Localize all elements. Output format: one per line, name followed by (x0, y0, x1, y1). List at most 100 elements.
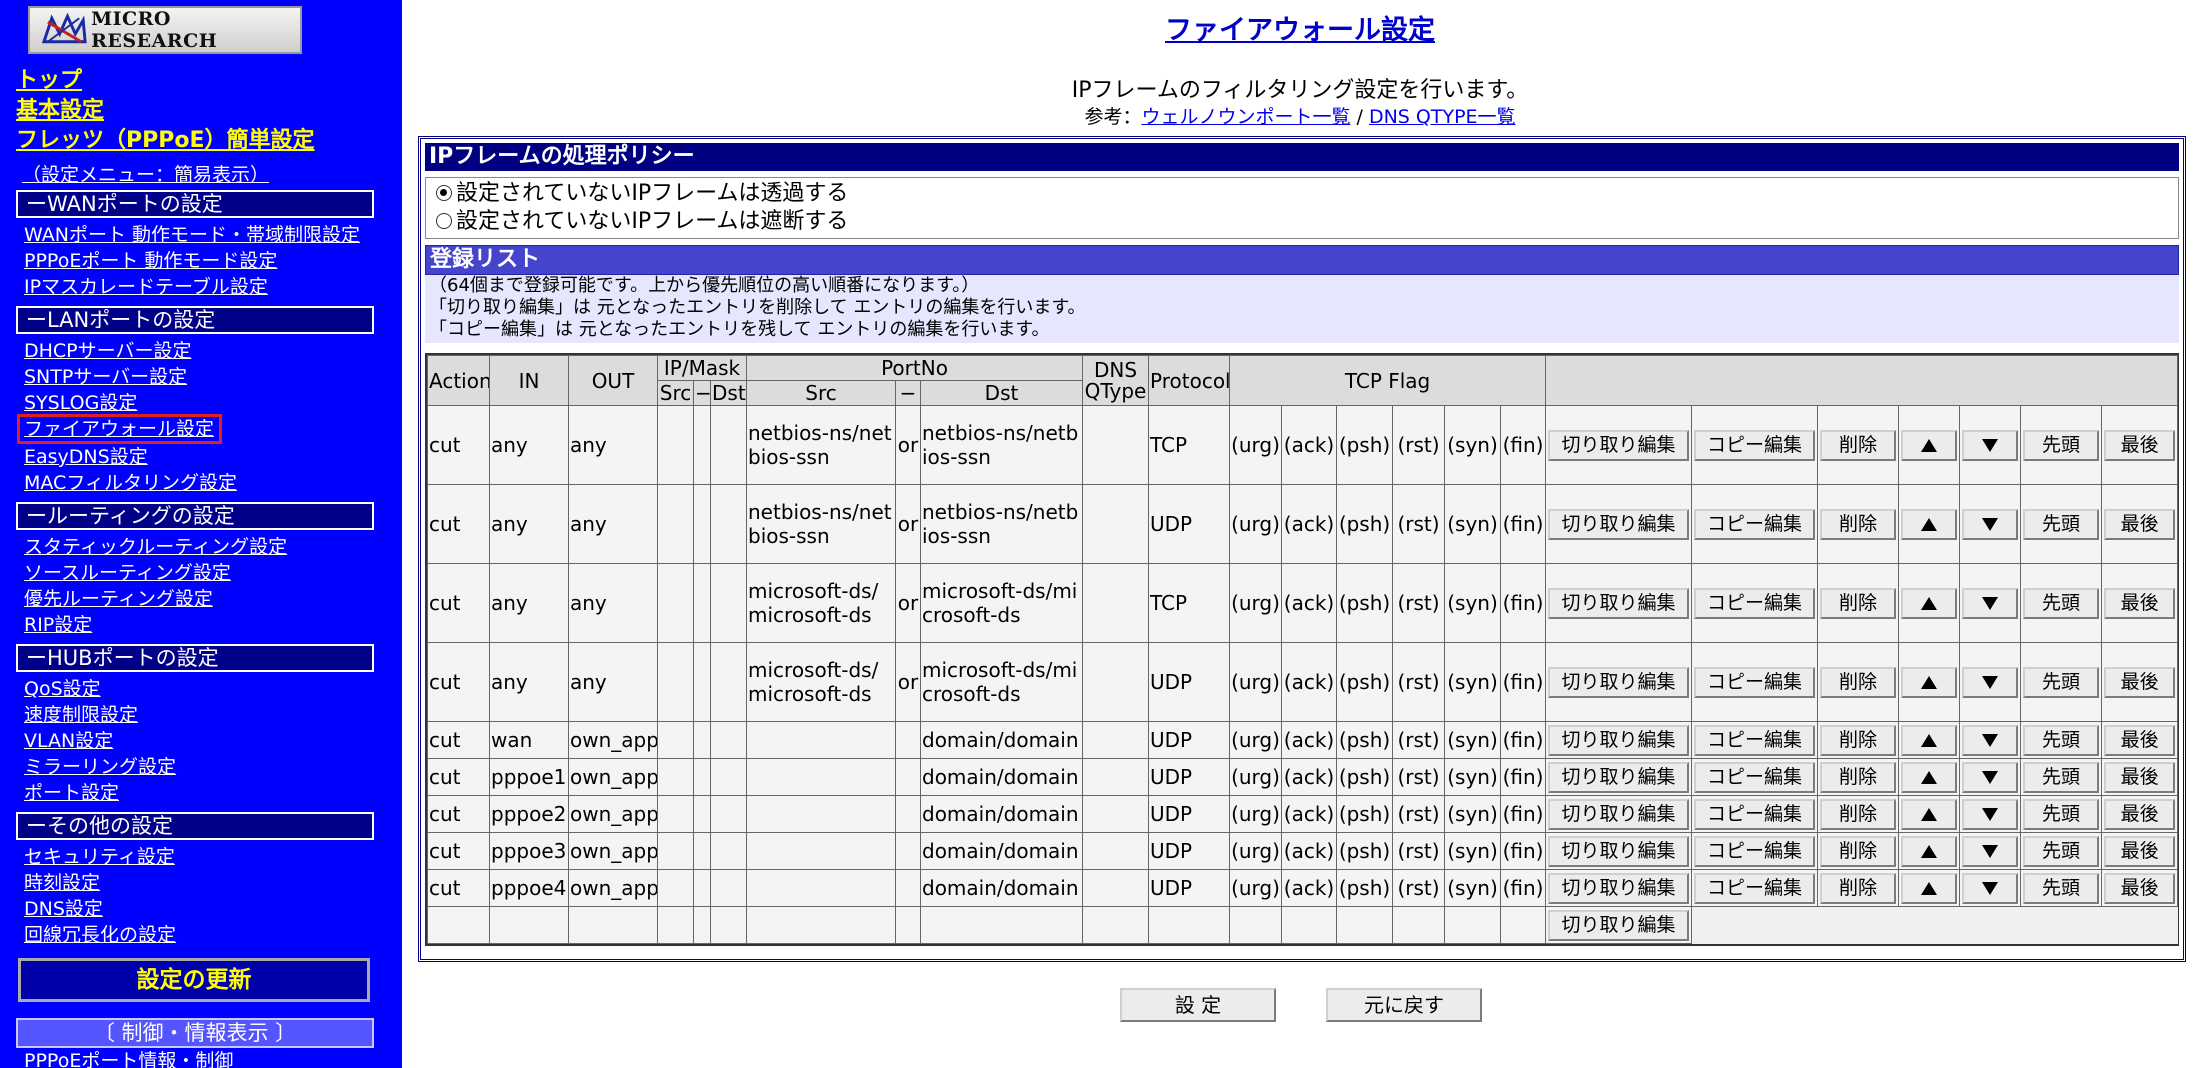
nav-port[interactable]: ポート設定 (24, 782, 119, 804)
move-last-button[interactable]: 最後 (2104, 872, 2176, 904)
copy-edit-button[interactable]: コピー編集 (1694, 872, 1816, 904)
nav-firewall-active[interactable]: ファイアウォール設定 (17, 414, 223, 444)
nav-pppoe-info[interactable]: PPPoEポート情報・制御 (24, 1050, 233, 1068)
cut-edit-button[interactable]: 切り取り編集 (1548, 429, 1690, 461)
nav-rip[interactable]: RIP設定 (24, 614, 92, 636)
move-down-button[interactable] (1962, 835, 2019, 867)
delete-button[interactable]: 削除 (1820, 724, 1897, 756)
cut-edit-button[interactable]: 切り取り編集 (1548, 761, 1690, 793)
move-first-button[interactable]: 先頭 (2023, 798, 2100, 830)
move-first-button[interactable]: 先頭 (2023, 508, 2100, 540)
move-down-button[interactable] (1962, 587, 2019, 619)
move-first-button[interactable]: 先頭 (2023, 429, 2100, 461)
nav-top-link[interactable]: トップ (16, 62, 82, 94)
cut-edit-button[interactable]: 切り取り編集 (1548, 835, 1690, 867)
move-last-button[interactable]: 最後 (2104, 666, 2176, 698)
delete-button[interactable]: 削除 (1820, 872, 1897, 904)
move-last-button[interactable]: 最後 (2104, 429, 2176, 461)
nav-syslog[interactable]: SYSLOG設定 (24, 392, 137, 414)
nav-qos[interactable]: QoS設定 (24, 678, 101, 700)
nav-pppoe-mode[interactable]: PPPoEポート 動作モード設定 (24, 250, 277, 272)
menu-mode-link[interactable]: （設定メニュー：簡易表示） (22, 160, 269, 187)
move-down-button[interactable] (1962, 724, 2019, 756)
move-first-button[interactable]: 先頭 (2023, 587, 2100, 619)
page-title[interactable]: ファイアウォール設定 (402, 8, 2198, 47)
move-up-button[interactable] (1901, 835, 1958, 867)
copy-edit-button[interactable]: コピー編集 (1694, 761, 1816, 793)
cut-edit-button[interactable]: 切り取り編集 (1548, 587, 1690, 619)
cut-edit-button[interactable]: 切り取り編集 (1548, 798, 1690, 830)
nav-sntp[interactable]: SNTPサーバー設定 (24, 366, 187, 388)
move-up-button[interactable] (1901, 761, 1958, 793)
nav-vlan[interactable]: VLAN設定 (24, 730, 113, 752)
nav-security[interactable]: セキュリティ設定 (24, 846, 175, 868)
move-up-button[interactable] (1901, 508, 1958, 540)
delete-button[interactable]: 削除 (1820, 666, 1897, 698)
move-down-button[interactable] (1962, 429, 2019, 461)
copy-edit-button[interactable]: コピー編集 (1694, 798, 1816, 830)
move-first-button[interactable]: 先頭 (2023, 666, 2100, 698)
radio-pass[interactable] (436, 185, 452, 201)
move-last-button[interactable]: 最後 (2104, 761, 2176, 793)
move-down-button[interactable] (1962, 798, 2019, 830)
nav-redundancy[interactable]: 回線冗長化の設定 (24, 924, 176, 946)
delete-button[interactable]: 削除 (1820, 508, 1897, 540)
policy-option-block[interactable]: 設定されていないIPフレームは遮断する (436, 208, 848, 236)
cut-edit-button[interactable]: 切り取り編集 (1548, 909, 1690, 941)
nav-easydns[interactable]: EasyDNS設定 (24, 446, 148, 468)
nav-basic-settings-link[interactable]: 基本設定 (16, 92, 104, 124)
nav-dhcp[interactable]: DHCPサーバー設定 (24, 340, 191, 362)
policy-option-pass[interactable]: 設定されていないIPフレームは透過する (436, 180, 848, 208)
nav-priority-routing[interactable]: 優先ルーティング設定 (24, 588, 213, 610)
move-up-button[interactable] (1901, 666, 1958, 698)
copy-edit-button[interactable]: コピー編集 (1694, 429, 1816, 461)
nav-dns[interactable]: DNS設定 (24, 898, 103, 920)
submit-button[interactable]: 設 定 (1120, 988, 1276, 1022)
cut-edit-button[interactable]: 切り取り編集 (1548, 872, 1690, 904)
move-last-button[interactable]: 最後 (2104, 587, 2176, 619)
move-up-button[interactable] (1901, 724, 1958, 756)
move-first-button[interactable]: 先頭 (2023, 872, 2100, 904)
move-first-button[interactable]: 先頭 (2023, 724, 2100, 756)
delete-button[interactable]: 削除 (1820, 798, 1897, 830)
move-up-button[interactable] (1901, 587, 1958, 619)
delete-button[interactable]: 削除 (1820, 761, 1897, 793)
reset-button[interactable]: 元に戻す (1326, 988, 1482, 1022)
well-known-ports-link[interactable]: ウェルノウンポート一覧 (1141, 106, 1350, 128)
move-last-button[interactable]: 最後 (2104, 724, 2176, 756)
move-up-button[interactable] (1901, 872, 1958, 904)
copy-edit-button[interactable]: コピー編集 (1694, 666, 1816, 698)
move-first-button[interactable]: 先頭 (2023, 761, 2100, 793)
move-down-button[interactable] (1962, 761, 2019, 793)
move-last-button[interactable]: 最後 (2104, 508, 2176, 540)
cut-edit-button[interactable]: 切り取り編集 (1548, 508, 1690, 540)
copy-edit-button[interactable]: コピー編集 (1694, 724, 1816, 756)
nav-wan-mode[interactable]: WANポート 動作モード・帯域制限設定 (24, 224, 360, 246)
delete-button[interactable]: 削除 (1820, 587, 1897, 619)
delete-button[interactable]: 削除 (1820, 835, 1897, 867)
nav-time[interactable]: 時刻設定 (24, 872, 100, 894)
copy-edit-button[interactable]: コピー編集 (1694, 835, 1816, 867)
update-settings-button[interactable]: 設定の更新 (18, 958, 370, 1002)
cut-edit-button[interactable]: 切り取り編集 (1548, 666, 1690, 698)
nav-mac-filter[interactable]: MACフィルタリング設定 (24, 472, 237, 494)
move-last-button[interactable]: 最後 (2104, 835, 2176, 867)
radio-block[interactable] (436, 213, 452, 229)
move-down-button[interactable] (1962, 508, 2019, 540)
nav-mirroring[interactable]: ミラーリング設定 (24, 756, 176, 778)
nav-ip-masquerade[interactable]: IPマスカレードテーブル設定 (24, 276, 268, 298)
move-up-button[interactable] (1901, 429, 1958, 461)
nav-flets-easy-link[interactable]: フレッツ（PPPoE）簡単設定 (16, 122, 315, 154)
move-down-button[interactable] (1962, 666, 2019, 698)
dns-qtype-link[interactable]: DNS QTYPE一覧 (1369, 106, 1516, 128)
copy-edit-button[interactable]: コピー編集 (1694, 587, 1816, 619)
nav-rate-limit[interactable]: 速度制限設定 (24, 704, 138, 726)
nav-static-routing[interactable]: スタティックルーティング設定 (24, 536, 287, 558)
move-down-button[interactable] (1962, 872, 2019, 904)
move-last-button[interactable]: 最後 (2104, 798, 2176, 830)
move-first-button[interactable]: 先頭 (2023, 835, 2100, 867)
logo[interactable]: MICRO RESEARCH (28, 6, 302, 54)
move-up-button[interactable] (1901, 798, 1958, 830)
delete-button[interactable]: 削除 (1820, 429, 1897, 461)
copy-edit-button[interactable]: コピー編集 (1694, 508, 1816, 540)
